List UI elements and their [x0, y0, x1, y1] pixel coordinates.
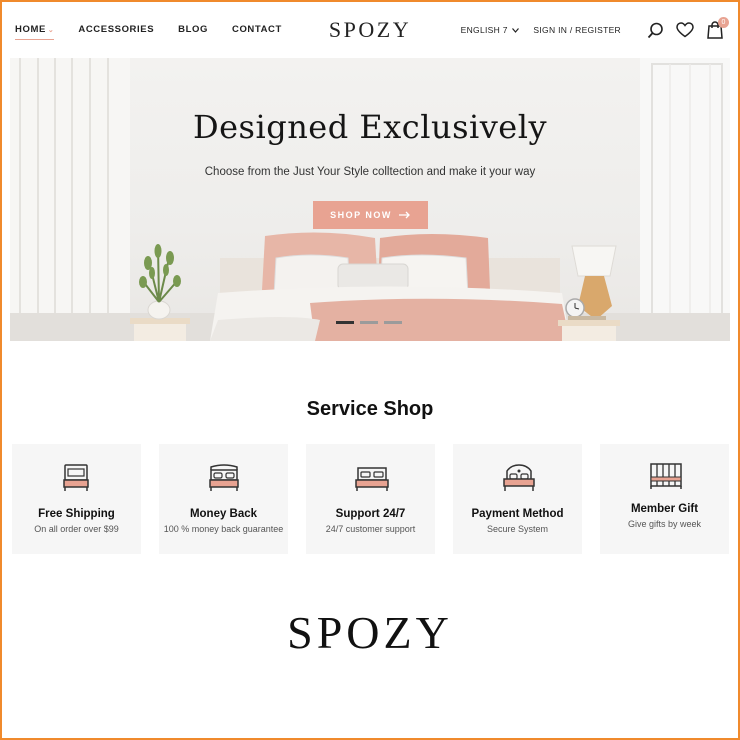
service-card-member-gift: Member Gift Give gifts by week: [600, 444, 729, 554]
service-name: Free Shipping: [38, 508, 115, 520]
service-name: Member Gift: [630, 503, 699, 515]
service-desc: Give gifts by week: [627, 519, 702, 529]
service-card-support: Support 24/7 24/7 customer support: [306, 444, 435, 554]
cart-count-badge: 0: [718, 17, 729, 28]
bedroom-illustration: [10, 58, 730, 341]
service-desc: 100 % money back guarantee: [163, 524, 284, 534]
service-section-title: Service Shop: [306, 398, 434, 420]
crib-icon: [650, 463, 682, 489]
heart-icon[interactable]: [675, 20, 695, 40]
cart-icon[interactable]: 0: [705, 17, 729, 40]
hero-title: Designed Exclusively: [192, 108, 548, 146]
site-header: HOME ⌄ ACCESSORIES BLOG CONTACT SPOZY ENG…: [0, 0, 740, 58]
single-bed-icon: [63, 464, 89, 491]
slider-dots: [336, 321, 402, 324]
service-desc: On all order over $99: [34, 524, 119, 534]
header-utilities: ENGLISH 7 SIGN IN / REGISTER 0: [461, 17, 729, 40]
language-label: ENGLISH 7: [460, 25, 508, 35]
bed-icon: [355, 467, 389, 491]
service-name: Payment Method: [471, 508, 564, 520]
arrow-right-icon: [398, 211, 410, 219]
service-desc: Secure System: [486, 524, 549, 534]
service-card-payment: Payment Method Secure System: [453, 444, 582, 554]
language-selector[interactable]: ENGLISH 7: [461, 25, 520, 35]
service-card-free-shipping: Free Shipping On all order over $99: [12, 444, 141, 554]
footer-logo[interactable]: SPOZY: [0, 606, 740, 659]
service-name: Support 24/7: [335, 508, 406, 520]
shop-now-label: SHOP NOW: [330, 210, 392, 220]
service-cards: Free Shipping On all order over $99 Mone…: [12, 444, 729, 554]
service-name: Money Back: [189, 508, 258, 520]
service-card-money-back: Money Back 100 % money back guarantee: [159, 444, 288, 554]
slider-dot[interactable]: [360, 321, 378, 324]
slider-dot[interactable]: [336, 321, 354, 324]
service-desc: 24/7 customer support: [325, 524, 416, 534]
shop-now-button[interactable]: SHOP NOW: [313, 201, 428, 229]
hero-subtitle: Choose from the Just Your Style colltect…: [204, 166, 536, 178]
search-icon[interactable]: [645, 20, 665, 40]
ornate-bed-icon: [503, 464, 535, 491]
signin-register-link[interactable]: SIGN IN / REGISTER: [533, 25, 621, 35]
double-bed-icon: [209, 464, 239, 491]
hero-banner: Designed Exclusively Choose from the Jus…: [10, 58, 730, 341]
chevron-down-icon: [512, 28, 520, 33]
slider-dot[interactable]: [384, 321, 402, 324]
